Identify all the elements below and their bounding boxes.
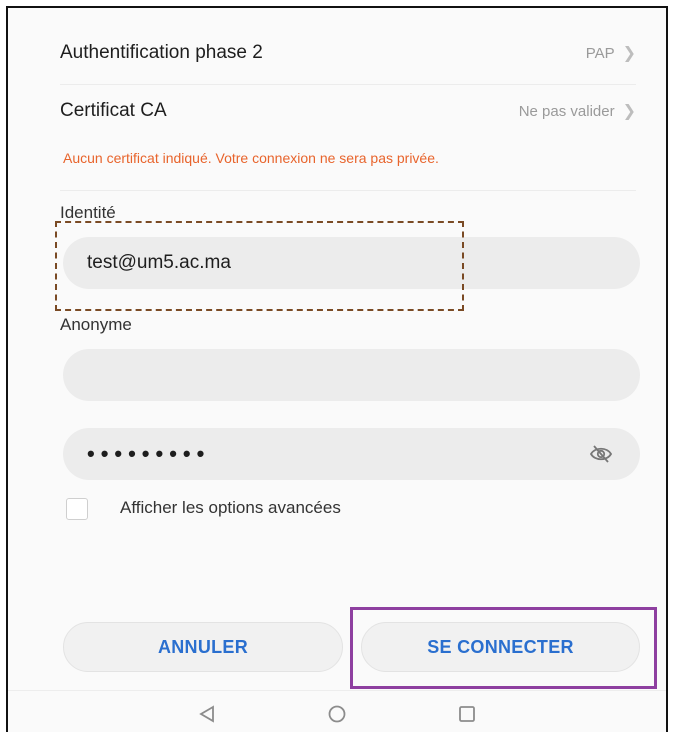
identity-label: Identité xyxy=(60,203,116,222)
navbar-divider xyxy=(8,690,666,691)
ca-cert-value: Ne pas valider xyxy=(518,102,615,120)
ca-cert-value-wrap: Ne pas valider ❯ xyxy=(519,101,636,121)
certificate-warning: Aucun certificat indiqué. Votre connexio… xyxy=(63,150,439,166)
ca-cert-label: Certificat CA xyxy=(60,100,167,121)
anonymous-input[interactable] xyxy=(63,349,640,401)
identity-highlight-box xyxy=(55,221,464,311)
advanced-options-label: Afficher les options avancées xyxy=(120,498,341,517)
back-triangle-icon[interactable] xyxy=(197,704,217,729)
home-circle-icon[interactable] xyxy=(327,704,347,729)
phase2-auth-label: Authentification phase 2 xyxy=(60,42,263,63)
wifi-eap-settings-screen: Authentification phase 2 PAP ❯ Certifica… xyxy=(6,6,668,732)
phase2-auth-value-wrap: PAP ❯ xyxy=(586,43,636,63)
advanced-options-checkbox[interactable] xyxy=(66,498,88,520)
ca-cert-row[interactable]: Certificat CA Ne pas valider ❯ xyxy=(60,100,636,122)
phase2-auth-row[interactable]: Authentification phase 2 PAP ❯ xyxy=(60,42,636,64)
divider xyxy=(60,84,636,85)
system-navbar xyxy=(8,698,666,732)
password-input[interactable]: ••••••••• xyxy=(63,428,640,480)
eye-off-icon[interactable] xyxy=(589,444,613,464)
chevron-right-icon: ❯ xyxy=(622,103,636,120)
recents-square-icon[interactable] xyxy=(457,704,477,729)
anonymous-label: Anonyme xyxy=(60,315,132,334)
phase2-auth-value: PAP xyxy=(585,44,615,62)
connect-highlight-box xyxy=(350,607,657,689)
chevron-right-icon: ❯ xyxy=(622,45,636,62)
password-value: ••••••••• xyxy=(87,441,211,466)
divider xyxy=(60,190,636,191)
cancel-button[interactable]: ANNULER xyxy=(63,622,343,672)
